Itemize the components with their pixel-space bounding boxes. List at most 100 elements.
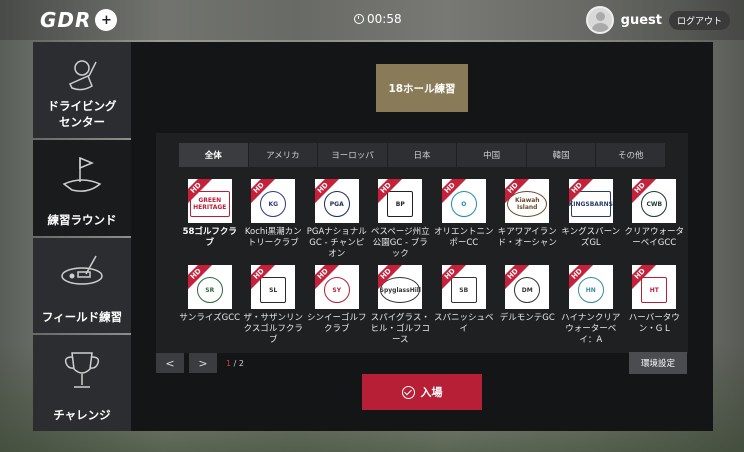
course-name: スパニッシュベイ <box>433 313 494 334</box>
flag-green-icon <box>62 156 102 192</box>
course-logo: BP HD <box>378 179 423 223</box>
course-logo-mark: SpyglassHill <box>380 277 421 303</box>
course-name: オリエントニンポーCC <box>433 227 494 248</box>
session-timer: 00:58 <box>354 12 402 26</box>
sidebar-item-challenge[interactable]: チャレンジ <box>33 335 131 431</box>
course-logo-mark: SR <box>196 277 223 303</box>
sidebar-item-driving-center[interactable]: ドライビング センター <box>33 42 131 138</box>
clock-icon <box>354 14 364 24</box>
course-card[interactable]: SR HD サンライズGCC <box>178 265 242 347</box>
course-logo-mark: SB <box>450 277 477 303</box>
tab-japan[interactable]: 日本 <box>388 143 458 167</box>
tab-all[interactable]: 全体 <box>179 143 249 167</box>
course-name: シンイーゴルフクラブ <box>306 313 367 334</box>
course-logo: Kiawah Island HD <box>505 179 550 223</box>
settings-button[interactable]: 環境設定 <box>629 352 687 374</box>
page-separator: / <box>231 358 239 368</box>
next-page-button[interactable]: > <box>189 353 217 373</box>
course-logo: PGA HD <box>314 179 359 223</box>
tab-europe[interactable]: ヨーロッパ <box>318 143 388 167</box>
course-logo: GREEN HERITAGE HD <box>187 179 232 223</box>
enter-button-label: 入場 <box>420 386 443 399</box>
sidebar-item-label: フィールド練習 <box>41 310 123 325</box>
page-indicator: 1 / 2 <box>226 359 244 368</box>
trophy-icon <box>64 352 100 388</box>
course-name: デルモンテGC <box>499 313 555 323</box>
course-name: ハーバータウン・G L <box>628 313 680 334</box>
course-browser: 全体 アメリカ ヨーロッパ 日本 中国 韓国 その他 GREEN HERITAG… <box>156 133 688 353</box>
course-card[interactable]: KG HD Kochi黒潮カントリークラブ <box>242 179 306 261</box>
prev-page-button[interactable]: < <box>156 353 184 373</box>
course-logo-mark: SY <box>323 277 350 303</box>
logout-button[interactable]: ログアウト <box>668 10 730 30</box>
tab-other[interactable]: その他 <box>596 143 665 167</box>
course-logo-mark: HN <box>577 277 604 303</box>
course-logo: SL HD <box>251 265 296 309</box>
course-card[interactable]: BP HD ペスページ州立公園GC - ブラック <box>369 179 433 261</box>
course-card[interactable]: GREEN HERITAGE HD 58ゴルフクラブ <box>178 179 242 261</box>
sidebar-item-label: チャレンジ <box>53 408 111 422</box>
course-logo: SY HD <box>314 265 359 309</box>
mode-18-hole-button[interactable]: 18ホール練習 <box>376 64 468 112</box>
sidebar-item-label-2: センター <box>59 114 105 129</box>
golf-club-icon <box>68 60 97 91</box>
course-logo-mark: Kiawah Island <box>507 191 548 217</box>
course-logo: KG HD <box>251 179 296 223</box>
gdr-logo: GDR + <box>40 8 118 32</box>
course-card[interactable]: SB HD スパニッシュベイ <box>432 265 496 347</box>
course-name: キングスバーンズGL <box>561 227 621 248</box>
logo-text: GDR <box>40 8 92 32</box>
course-card[interactable]: HT HD ハーバータウン・G L <box>623 265 687 347</box>
course-card[interactable]: PGA HD PGAナショナルGC - チャンピオン <box>305 179 369 261</box>
course-card[interactable]: SY HD シンイーゴルフクラブ <box>305 265 369 347</box>
course-card[interactable]: Kiawah Island HD キアワアイランド・オーシャン <box>496 179 560 261</box>
course-logo-mark: SL <box>260 277 287 303</box>
sidebar-item-label: 練習ラウンド <box>47 212 117 227</box>
course-logo-mark: HT <box>641 277 668 303</box>
course-name: PGAナショナルGC - チャンピオン <box>306 227 367 259</box>
course-card[interactable]: SL HD ザ・サザンリンクスゴルフクラブ <box>242 265 306 347</box>
course-logo-mark: BP <box>387 191 414 217</box>
total-pages: 2 <box>238 358 244 368</box>
course-card[interactable]: CWB HD クリアウォーターベイGCC <box>623 179 687 261</box>
course-card[interactable]: HN HD ハイナンクリアウォーターベイ：A <box>559 265 623 347</box>
sidebar: ドライビング センター 練習ラウンド フィールド練習 チャレンジ <box>33 42 131 431</box>
course-name: サンライズGCC <box>179 313 241 323</box>
course-card[interactable]: SpyglassHill HD スパイグラス・ヒル・ゴルフコース <box>369 265 433 347</box>
course-logo: CWB HD <box>632 179 677 223</box>
course-card[interactable]: KINGSBARNS HD キングスバーンズGL <box>559 179 623 261</box>
course-logo: KINGSBARNS HD <box>568 179 613 223</box>
enter-button[interactable]: 入場 <box>362 374 482 410</box>
course-logo: SpyglassHill HD <box>378 265 423 309</box>
username: guest <box>620 12 662 28</box>
region-tabs: 全体 アメリカ ヨーロッパ 日本 中国 韓国 その他 <box>179 143 665 167</box>
course-name: ハイナンクリアウォーターベイ：A <box>561 313 621 345</box>
course-name: Kochi黒潮カントリークラブ <box>244 227 302 248</box>
tab-korea[interactable]: 韓国 <box>527 143 597 167</box>
course-logo: SR HD <box>187 265 232 309</box>
check-circle-icon <box>401 385 415 399</box>
course-logo-mark: KG <box>260 191 287 217</box>
course-logo: DM HD <box>505 265 550 309</box>
sidebar-item-label: ドライビング <box>47 98 117 113</box>
course-name: 58ゴルフクラブ <box>182 227 237 248</box>
course-name: ザ・サザンリンクスゴルフクラブ <box>243 313 303 345</box>
course-card[interactable]: DM HD デルモンテGC <box>496 265 560 347</box>
course-name: クリアウォーターベイGCC <box>624 227 684 248</box>
course-name: スパイグラス・ヒル・ゴルフコース <box>370 313 430 345</box>
course-grid: GREEN HERITAGE HD 58ゴルフクラブ KG HD Kochi黒潮カントリー… <box>178 179 684 347</box>
tab-china[interactable]: 中国 <box>457 143 527 167</box>
main-panel: 18ホール練習 全体 アメリカ ヨーロッパ 日本 中国 韓国 その他 GREEN… <box>131 42 713 431</box>
tab-america[interactable]: アメリカ <box>249 143 319 167</box>
course-card[interactable]: O HD オリエントニンポーCC <box>432 179 496 261</box>
course-logo-mark: DM <box>514 277 541 303</box>
sidebar-item-field-practice[interactable]: フィールド練習 <box>33 237 131 334</box>
course-logo-mark: PGA <box>323 191 350 217</box>
course-logo: SB HD <box>441 265 486 309</box>
avatar <box>585 6 614 34</box>
course-logo: O HD <box>441 179 486 223</box>
course-logo: HN HD <box>568 265 613 309</box>
pagination: < > 1 / 2 <box>156 353 244 373</box>
sidebar-item-practice-round[interactable]: 練習ラウンド <box>33 139 131 236</box>
course-logo-mark: O <box>450 191 477 217</box>
